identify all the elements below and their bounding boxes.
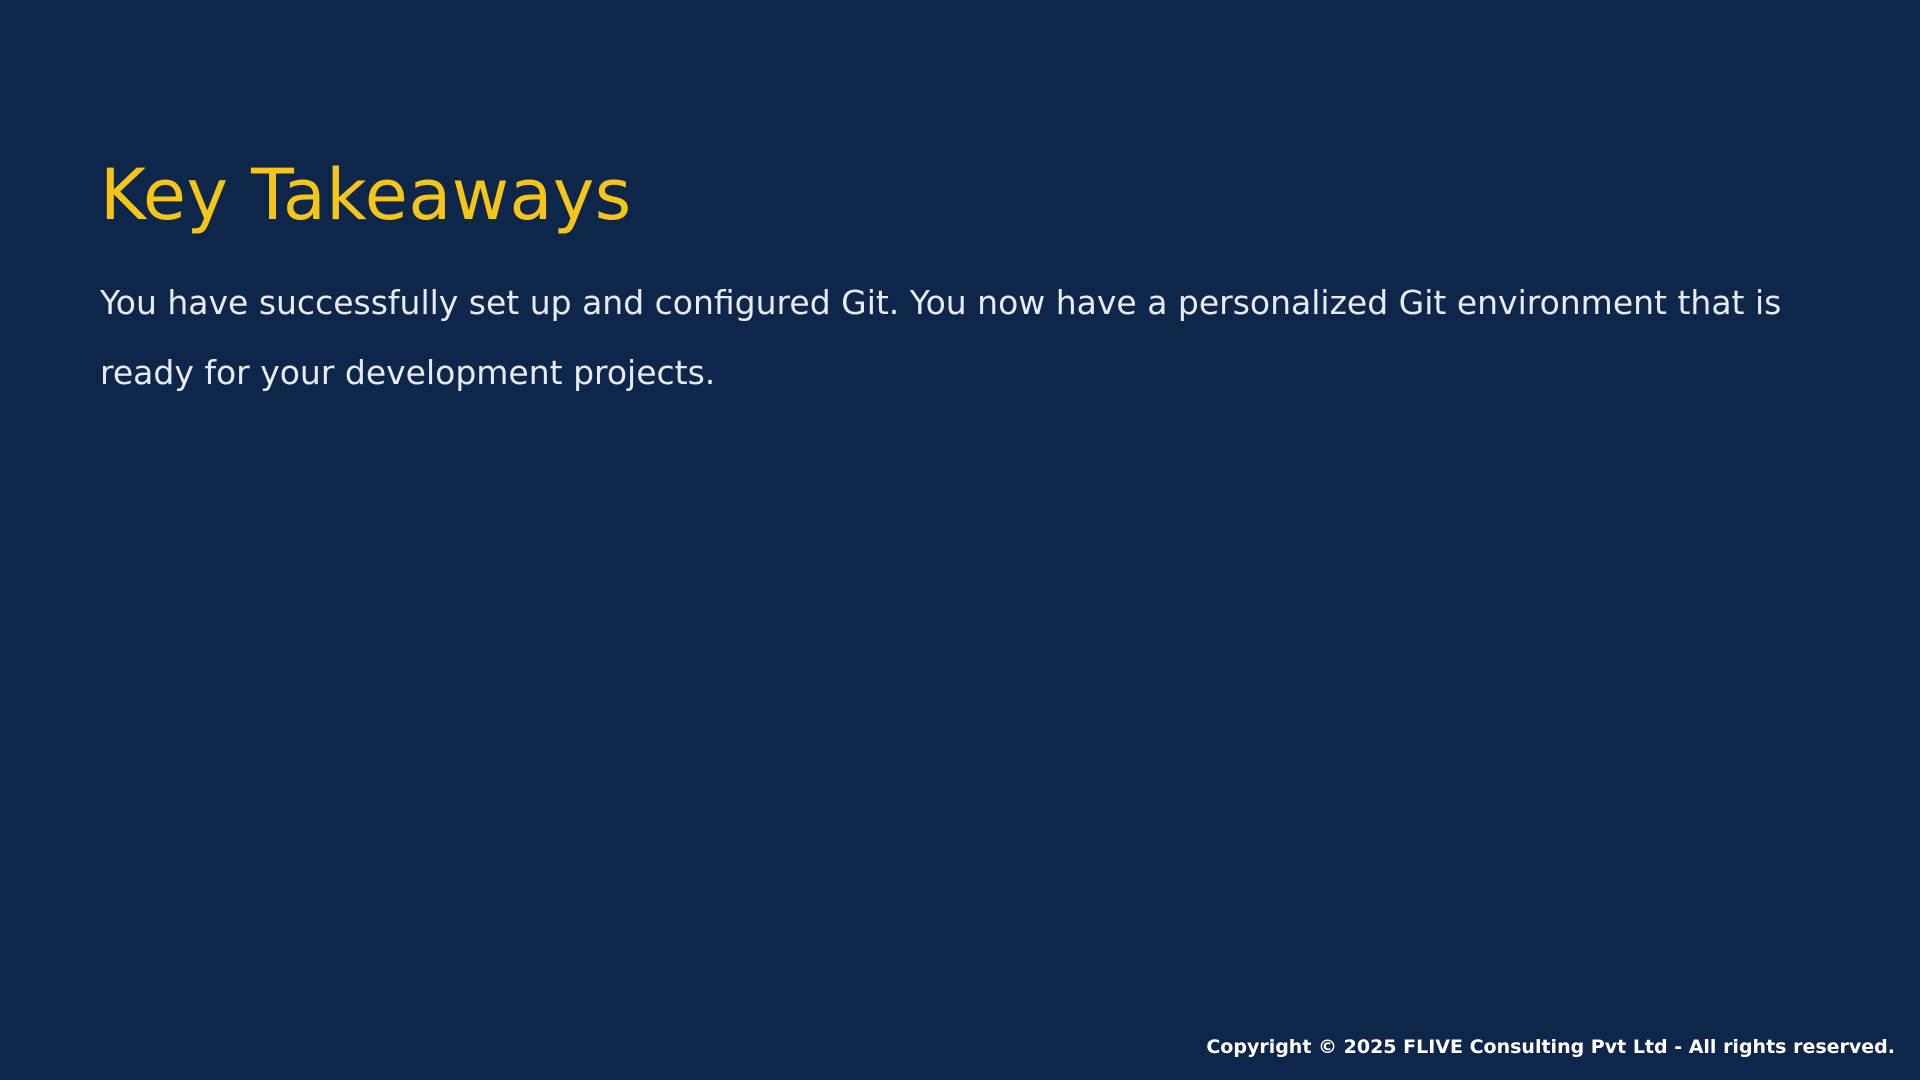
slide-title: Key Takeaways	[100, 154, 632, 236]
copyright-footer: Copyright © 2025 FLIVE Consulting Pvt Lt…	[1206, 1036, 1895, 1058]
slide-body-text: You have successfully set up and configu…	[100, 283, 1782, 392]
slide: Key Takeaways You have successfully set …	[0, 0, 1920, 1080]
slide-content: Key Takeaways You have successfully set …	[100, 150, 1820, 408]
